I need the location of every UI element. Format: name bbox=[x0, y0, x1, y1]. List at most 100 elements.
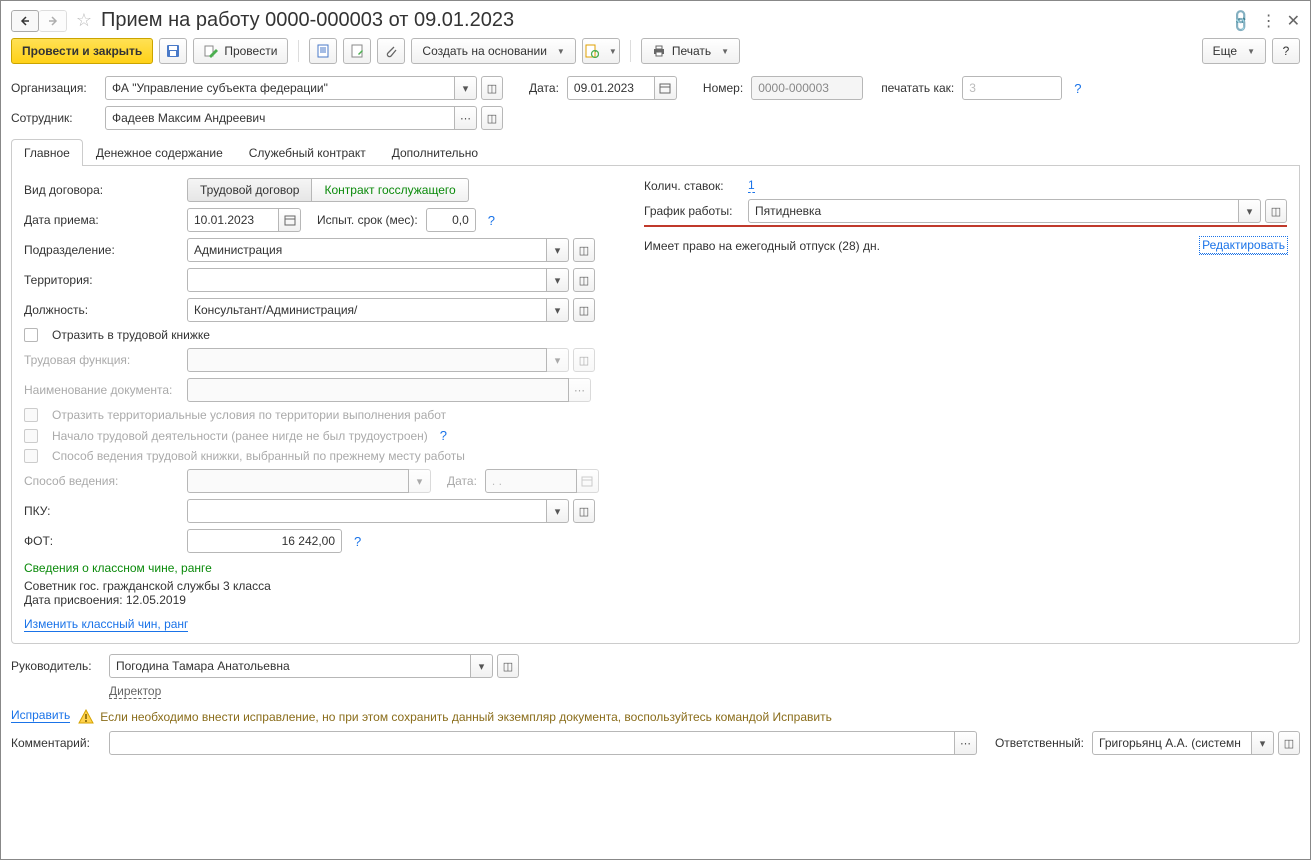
calendar-button bbox=[577, 469, 599, 493]
schedule-value: Пятидневка bbox=[755, 204, 821, 218]
ellipsis-button[interactable]: ⋯ bbox=[955, 731, 977, 755]
help-icon[interactable]: ? bbox=[354, 534, 361, 549]
employee-input[interactable]: Фадеев Максим Андреевич bbox=[105, 106, 455, 130]
open-button[interactable]: ◫ bbox=[1265, 199, 1287, 223]
method-date-value: . . bbox=[492, 474, 502, 488]
book-method-label: Способ ведения трудовой книжки, выбранны… bbox=[52, 449, 465, 463]
create-based-button[interactable]: Создать на основании▼ bbox=[411, 38, 575, 64]
favorite-star-icon[interactable]: ☆ bbox=[73, 10, 95, 32]
open-button: ◫ bbox=[573, 348, 595, 372]
print-button[interactable]: Печать▼ bbox=[641, 38, 740, 64]
method-date-input: . . bbox=[485, 469, 577, 493]
first-employment-label: Начало трудовой деятельности (ранее нигд… bbox=[52, 429, 428, 443]
help-button[interactable]: ? bbox=[1272, 38, 1300, 64]
contract-type-labor[interactable]: Трудовой договор bbox=[187, 178, 312, 202]
ellipsis-button: ⋯ bbox=[569, 378, 591, 402]
method-label: Способ ведения: bbox=[24, 474, 179, 488]
vacation-edit-link[interactable]: Редактировать bbox=[1200, 237, 1287, 254]
hire-date-input[interactable]: 10.01.2023 bbox=[187, 208, 279, 232]
rank-heading: Сведения о классном чине, ранге bbox=[24, 561, 604, 575]
open-button[interactable]: ◫ bbox=[481, 76, 503, 100]
change-rank-link[interactable]: Изменить классный чин, ранг bbox=[24, 617, 188, 632]
nav-forward-button[interactable] bbox=[39, 10, 67, 32]
dropdown-button[interactable]: ▾ bbox=[547, 268, 569, 292]
open-button[interactable]: ◫ bbox=[573, 268, 595, 292]
fot-input[interactable]: 16 242,00 bbox=[187, 529, 342, 553]
help-icon[interactable]: ? bbox=[488, 213, 495, 228]
manager-input[interactable]: Погодина Тамара Анатольевна bbox=[109, 654, 471, 678]
open-button[interactable]: ◫ bbox=[573, 298, 595, 322]
nav-back-button[interactable] bbox=[11, 10, 39, 32]
tab-main[interactable]: Главное bbox=[11, 139, 83, 166]
link-icon[interactable]: 🔗 bbox=[1227, 6, 1255, 34]
position-input[interactable]: Консультант/Администрация/ bbox=[187, 298, 547, 322]
fix-link[interactable]: Исправить bbox=[11, 708, 70, 723]
comment-label: Комментарий: bbox=[11, 736, 101, 750]
doc-refresh-button[interactable]: ▼ bbox=[582, 38, 620, 64]
warning-icon bbox=[78, 709, 94, 725]
open-button[interactable]: ◫ bbox=[573, 238, 595, 262]
tab-money[interactable]: Денежное содержание bbox=[83, 139, 236, 166]
tab-contract[interactable]: Служебный контракт bbox=[236, 139, 379, 166]
help-icon[interactable]: ? bbox=[440, 428, 447, 443]
hire-date-value: 10.01.2023 bbox=[194, 213, 254, 227]
trial-value: 0,0 bbox=[452, 213, 469, 227]
calendar-button[interactable] bbox=[655, 76, 677, 100]
dropdown-button[interactable]: ▾ bbox=[1252, 731, 1274, 755]
responsible-label: Ответственный: bbox=[995, 736, 1084, 750]
schedule-input[interactable]: Пятидневка bbox=[748, 199, 1239, 223]
dropdown-button[interactable]: ▾ bbox=[1239, 199, 1261, 223]
rank-line2: Дата присвоения: 12.05.2019 bbox=[24, 593, 604, 607]
dropdown-button[interactable]: ▾ bbox=[547, 298, 569, 322]
hire-date-label: Дата приема: bbox=[24, 213, 179, 227]
ellipsis-button[interactable]: ⋯ bbox=[455, 106, 477, 130]
pku-label: ПКУ: bbox=[24, 504, 179, 518]
print-as-value: 3 bbox=[969, 81, 976, 95]
dropdown-button[interactable]: ▾ bbox=[547, 499, 569, 523]
help-icon[interactable]: ? bbox=[1074, 81, 1081, 96]
pku-input[interactable] bbox=[187, 499, 547, 523]
separator bbox=[630, 40, 631, 62]
tab-extra[interactable]: Дополнительно bbox=[379, 139, 491, 166]
contract-type-gov[interactable]: Контракт госслужащего bbox=[312, 178, 468, 202]
responsible-input[interactable]: Григорьянц А.А. (системн bbox=[1092, 731, 1252, 755]
stake-count-label: Колич. ставок: bbox=[644, 179, 740, 193]
open-button[interactable]: ◫ bbox=[497, 654, 519, 678]
print-as-input[interactable]: 3 bbox=[962, 76, 1062, 100]
schedule-label: График работы: bbox=[644, 204, 740, 218]
chevron-down-icon: ▼ bbox=[609, 47, 617, 56]
dropdown-button: ▾ bbox=[547, 348, 569, 372]
open-button[interactable]: ◫ bbox=[481, 106, 503, 130]
stake-count-link[interactable]: 1 bbox=[748, 178, 755, 193]
method-input bbox=[187, 469, 409, 493]
org-input[interactable]: ФА "Управление субъекта федерации" bbox=[105, 76, 455, 100]
highlight-underline bbox=[644, 225, 1287, 227]
save-button[interactable] bbox=[159, 38, 187, 64]
trial-input[interactable]: 0,0 bbox=[426, 208, 476, 232]
reflect-labor-book-label: Отразить в трудовой книжке bbox=[52, 328, 210, 342]
reflect-labor-book-checkbox[interactable] bbox=[24, 328, 38, 342]
employee-label: Сотрудник: bbox=[11, 111, 97, 125]
post-and-close-button[interactable]: Провести и закрыть bbox=[11, 38, 153, 64]
division-input[interactable]: Администрация bbox=[187, 238, 547, 262]
more-button[interactable]: Еще▼ bbox=[1202, 38, 1266, 64]
kebab-menu-icon[interactable]: ⋮ bbox=[1261, 11, 1277, 31]
manager-position-link[interactable]: Директор bbox=[109, 684, 161, 699]
doc-blue-button[interactable] bbox=[309, 38, 337, 64]
dropdown-button[interactable]: ▾ bbox=[455, 76, 477, 100]
date-input[interactable]: 09.01.2023 bbox=[567, 76, 655, 100]
comment-input[interactable] bbox=[109, 731, 955, 755]
dropdown-button[interactable]: ▾ bbox=[547, 238, 569, 262]
post-button[interactable]: Провести bbox=[193, 38, 288, 64]
close-icon[interactable]: ✕ bbox=[1287, 11, 1300, 31]
dropdown-button: ▾ bbox=[409, 469, 431, 493]
doc-green-button[interactable] bbox=[343, 38, 371, 64]
open-button[interactable]: ◫ bbox=[1278, 731, 1300, 755]
territory-input[interactable] bbox=[187, 268, 547, 292]
number-input: 0000-000003 bbox=[751, 76, 863, 100]
calendar-button[interactable] bbox=[279, 208, 301, 232]
attach-button[interactable] bbox=[377, 38, 405, 64]
print-label: Печать bbox=[672, 44, 711, 58]
open-button[interactable]: ◫ bbox=[573, 499, 595, 523]
dropdown-button[interactable]: ▾ bbox=[471, 654, 493, 678]
